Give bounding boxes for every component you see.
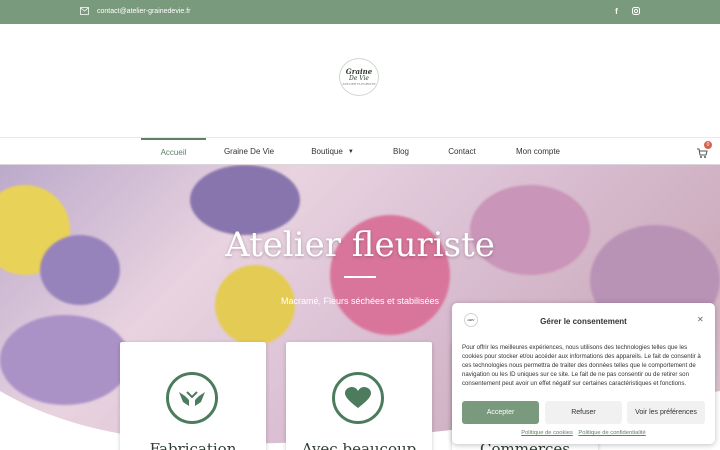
logo-line3: ATELIER FLEURISTE — [342, 82, 376, 86]
nav-item-label: Contact — [448, 147, 476, 156]
main-nav: Accueil Graine De Vie Boutique ▼ Blog Con… — [0, 138, 720, 165]
site-header: Graine De Vie ATELIER FLEURISTE — [0, 24, 720, 138]
feature-card-title: Fabrication — [149, 440, 237, 450]
site-logo[interactable]: Graine De Vie ATELIER FLEURISTE — [339, 58, 379, 96]
nav-item-label: Graine De Vie — [223, 147, 275, 156]
cookie-policy-link[interactable]: Politique de cookies — [521, 430, 573, 436]
nav-item-label: Accueil — [160, 148, 187, 157]
facebook-icon[interactable]: f — [612, 6, 621, 16]
contact-email[interactable]: contact@atelier-grainedevie.fr — [80, 7, 191, 15]
logo-line1: Graine — [345, 67, 373, 76]
accept-button[interactable]: Accepter — [462, 401, 539, 424]
close-icon[interactable]: ✕ — [697, 315, 704, 324]
consent-text: Pour offrir les meilleures expériences, … — [462, 344, 701, 387]
nav-item-boutique[interactable]: Boutique ▼ — [305, 138, 360, 165]
nav-item-graine-de-vie[interactable]: Graine De Vie — [218, 138, 280, 165]
hands-icon — [166, 372, 218, 424]
nav-item-contact[interactable]: Contact — [442, 138, 482, 165]
nav-item-mon-compte[interactable]: Mon compte — [510, 138, 566, 165]
nav-item-label: Boutique — [311, 147, 343, 156]
nav-item-label: Blog — [392, 147, 409, 156]
hero-title: Atelier fleuriste — [225, 225, 495, 265]
contact-email-text: contact@atelier-grainedevie.fr — [97, 7, 191, 15]
preferences-button[interactable]: Voir les préférences — [627, 401, 705, 424]
envelope-icon — [80, 7, 89, 15]
logo-line2: De Vie — [349, 75, 369, 82]
feature-card: Avec beaucoup — [286, 342, 432, 450]
consent-title: Gérer le consentement — [540, 317, 627, 326]
cart-button[interactable]: 0 — [696, 141, 712, 158]
consent-links: Politique de cookies Politique de confid… — [452, 430, 715, 436]
nav-item-blog[interactable]: Blog — [385, 138, 417, 165]
privacy-policy-link[interactable]: Politique de confidentialité — [578, 430, 645, 436]
instagram-icon[interactable] — [631, 6, 640, 16]
nav-item-accueil[interactable]: Accueil — [141, 138, 206, 165]
chevron-down-icon: ▼ — [347, 148, 354, 155]
refuse-button[interactable]: Refuser — [545, 401, 622, 424]
nav-item-label: Mon compte — [515, 147, 561, 156]
cart-count-badge: 0 — [704, 141, 712, 149]
heart-icon — [332, 372, 384, 424]
cookie-consent-dialog: GDV Gérer le consentement ✕ Pour offrir … — [452, 303, 715, 444]
feature-card-title: Avec beaucoup — [301, 440, 417, 450]
feature-card: Fabrication — [120, 342, 266, 450]
hero-divider — [344, 276, 376, 278]
top-bar: contact@atelier-grainedevie.fr f — [0, 0, 720, 24]
